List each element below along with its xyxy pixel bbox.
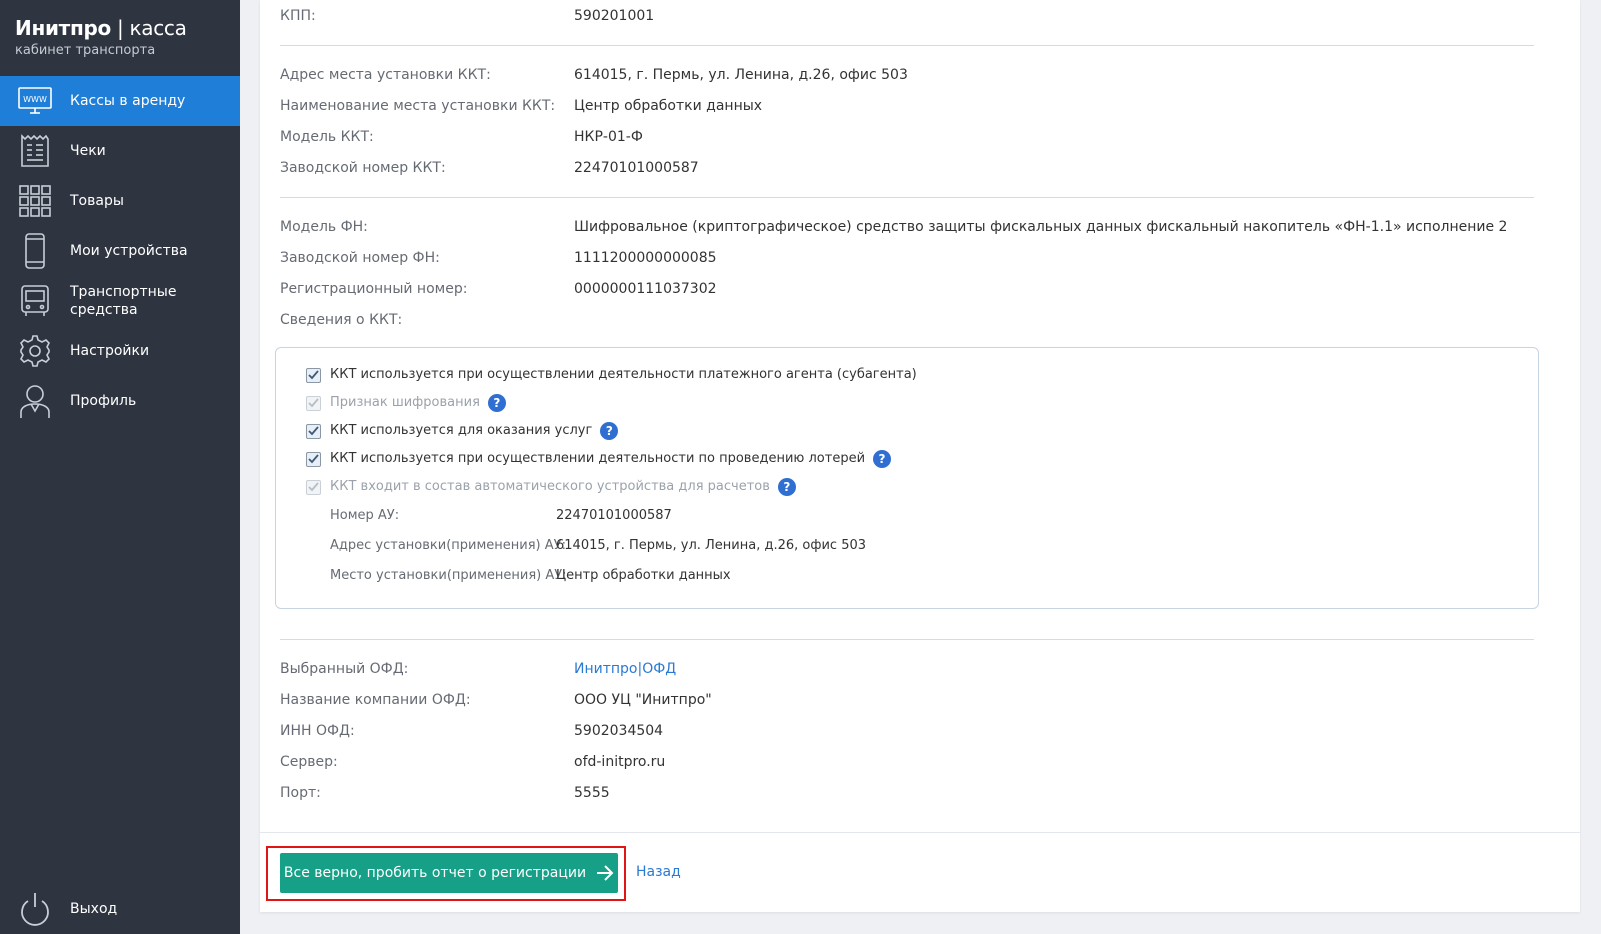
help-icon[interactable]: ?: [777, 478, 796, 496]
logout-button[interactable]: Выход: [0, 884, 240, 934]
help-icon[interactable]: ?: [873, 450, 892, 468]
kkt-info-label: Сведения о ККТ:: [280, 312, 403, 328]
model-label: Модель ККТ:: [280, 129, 374, 145]
back-link[interactable]: Назад: [636, 864, 681, 880]
receipt-icon: [17, 133, 53, 169]
checkbox-label: ККТ используется для оказания услуг: [330, 423, 593, 438]
address-value: 614015, г. Пермь, ул. Ленина, д.26, офис…: [574, 67, 908, 83]
main-area: КПП: 590201001 Адрес места установки ККТ…: [240, 0, 1601, 934]
reg-value: 0000000111037302: [574, 281, 717, 297]
ofd-port-value: 5555: [574, 785, 610, 801]
sidebar-item-receipts[interactable]: Чеки: [0, 126, 240, 176]
kkt-info-box: ККТ используется при осуществлении деяте…: [275, 347, 1539, 609]
sidebar-item-label: Настройки: [70, 343, 150, 359]
sidebar-item-label: Кассы в аренду: [70, 93, 186, 109]
sidebar-item-label: Профиль: [70, 393, 137, 409]
ofd-selected-link[interactable]: Инитпро|ОФД: [574, 659, 676, 679]
sidebar-item-profile[interactable]: Профиль: [0, 376, 240, 426]
sidebar-item-label: Товары: [70, 193, 124, 209]
checkbox: [306, 479, 321, 495]
help-icon[interactable]: ?: [487, 394, 506, 412]
checkbox-label: ККТ используется при осуществлении деяте…: [330, 451, 866, 466]
ofd-inn-value: 5902034504: [574, 723, 664, 739]
checkbox-lottery[interactable]: ККТ используется при осуществлении деяте…: [306, 449, 892, 469]
checkbox-automatic-device: ККТ входит в состав автоматического устр…: [306, 477, 796, 497]
arrow-right-icon: [596, 865, 614, 881]
ofd-port-label: Порт:: [280, 785, 321, 801]
ofd-server-value: ofd-initpro.ru: [574, 754, 666, 770]
checkbox-services[interactable]: ККТ используется для оказания услуг ?: [306, 421, 619, 441]
fn-serial-value: 1111200000000085: [574, 250, 717, 266]
au-address-value: 614015, г. Пермь, ул. Ленина, д.26, офис…: [556, 538, 867, 553]
model-value: НКР-01-Ф: [574, 129, 643, 145]
au-address-label: Адрес установки(применения) АУ:: [330, 538, 566, 553]
sidebar-item-vehicles[interactable]: Транспортные средства: [0, 276, 240, 326]
confirm-registration-label: Все верно, пробить отчет о регистрации: [283, 865, 587, 881]
fn-serial-label: Заводской номер ФН:: [280, 250, 440, 266]
divider: [280, 45, 1534, 46]
au-number-value: 22470101000587: [556, 508, 672, 523]
user-icon: [17, 383, 53, 419]
brand-main: Инитпро: [15, 16, 111, 40]
address-label: Адрес места установки ККТ:: [280, 67, 491, 83]
grid-icon: [17, 183, 53, 219]
power-icon: [17, 891, 53, 927]
kpp-value: 590201001: [574, 8, 655, 24]
bus-icon: [17, 283, 53, 319]
sidebar-item-settings[interactable]: Настройки: [0, 326, 240, 376]
sidebar-item-label: Чеки: [70, 143, 106, 159]
sidebar-item-label: Транспортные средства: [70, 284, 177, 318]
divider: [280, 639, 1534, 640]
place-value: Центр обработки данных: [574, 98, 763, 114]
au-place-label: Место установки(применения) АУ:: [330, 568, 567, 583]
checkbox: [306, 395, 321, 411]
gear-icon: [17, 333, 53, 369]
brand: Инитпро | касса кабинет транспорта: [0, 0, 240, 76]
logout-label: Выход: [70, 901, 118, 917]
registration-card: КПП: 590201001 Адрес места установки ККТ…: [260, 0, 1580, 912]
www-monitor-icon: WWW: [17, 83, 53, 119]
checkbox-label: ККТ входит в состав автоматического устр…: [330, 479, 770, 494]
sidebar-item-rent-kkt[interactable]: WWW Кассы в аренду: [0, 76, 240, 126]
checkbox-label: Признак шифрования: [330, 395, 480, 410]
scrollbar[interactable]: [1581, 0, 1601, 934]
checkbox-payment-agent[interactable]: ККТ используется при осуществлении деяте…: [306, 365, 917, 385]
confirm-registration-button[interactable]: Все верно, пробить отчет о регистрации: [280, 853, 618, 893]
serial-value: 22470101000587: [574, 160, 699, 176]
phone-icon: [17, 233, 53, 269]
sidebar-item-devices[interactable]: Мои устройства: [0, 226, 240, 276]
ofd-server-label: Сервер:: [280, 754, 338, 770]
checkbox[interactable]: [306, 451, 321, 467]
au-place-value: Центр обработки данных: [556, 568, 731, 583]
sidebar-item-goods[interactable]: Товары: [0, 176, 240, 226]
ofd-selected-label: Выбранный ОФД:: [280, 661, 409, 677]
checkbox-encryption: Признак шифрования ?: [306, 393, 506, 413]
sidebar-item-label: Мои устройства: [70, 243, 188, 259]
ofd-company-value: ООО УЦ "Инитпро": [574, 692, 712, 708]
brand-separator: |: [110, 16, 130, 40]
au-number-label: Номер АУ:: [330, 508, 400, 523]
ofd-company-label: Название компании ОФД:: [280, 692, 471, 708]
checkbox-label: ККТ используется при осуществлении деяте…: [330, 367, 917, 382]
serial-label: Заводской номер ККТ:: [280, 160, 446, 176]
brand-title: Инитпро | касса: [15, 16, 225, 40]
reg-label: Регистрационный номер:: [280, 281, 468, 297]
svg-text:WWW: WWW: [23, 95, 47, 104]
checkbox[interactable]: [306, 367, 321, 383]
fn-model-label: Модель ФН:: [280, 219, 368, 235]
checkbox[interactable]: [306, 423, 321, 439]
brand-thin: касса: [129, 16, 187, 40]
brand-subtitle: кабинет транспорта: [15, 43, 156, 58]
footer-divider: [260, 832, 1580, 833]
divider: [280, 197, 1534, 198]
place-label: Наименование места установки ККТ:: [280, 98, 556, 114]
kpp-label: КПП:: [280, 8, 316, 24]
ofd-inn-label: ИНН ОФД:: [280, 723, 355, 739]
help-icon[interactable]: ?: [600, 422, 619, 440]
fn-model-value: Шифровальное (криптографическое) средств…: [574, 219, 1508, 235]
sidebar: Инитпро | касса кабинет транспорта WWW К…: [0, 0, 240, 934]
